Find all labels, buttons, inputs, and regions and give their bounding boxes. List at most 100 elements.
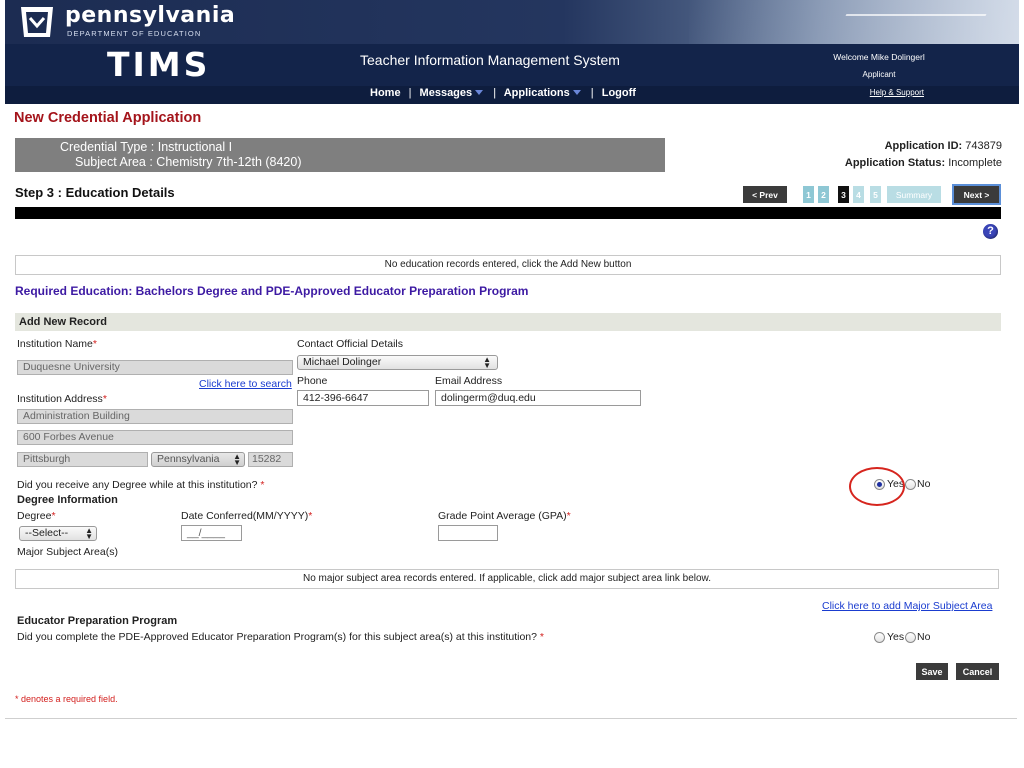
welcome-text: Welcome Mike Dolingerl xyxy=(833,52,925,62)
degree-select-value: --Select-- xyxy=(25,527,69,539)
institution-name-label: Institution Name* xyxy=(17,338,97,350)
institution-address-label: Institution Address* xyxy=(17,393,107,405)
degree-question-text: Did you receive any Degree while at this… xyxy=(17,479,258,491)
gpa-label-text: Grade Point Average (GPA) xyxy=(438,510,567,522)
step-4-button[interactable]: 4 xyxy=(853,186,864,203)
keystone-logo-icon xyxy=(21,7,53,37)
required-education-heading: Required Education: Bachelors Degree and… xyxy=(15,284,529,298)
select-arrows-icon: ▲ ▼ xyxy=(483,355,491,370)
address-line2-field[interactable]: 600 Forbes Avenue xyxy=(17,430,293,445)
contact-official-select[interactable]: Michael Dolinger ▲ ▼ xyxy=(297,355,498,370)
nav-separator: | xyxy=(408,87,412,99)
phone-label: Phone xyxy=(297,375,328,387)
epp-question-text: Did you complete the PDE-Approved Educat… xyxy=(17,631,537,643)
system-title: Teacher Information Management System xyxy=(360,52,620,68)
summary-button[interactable]: Summary xyxy=(887,186,941,203)
application-id-value: 743879 xyxy=(965,140,1002,152)
gpa-field[interactable] xyxy=(438,525,498,541)
application-id: Application ID: 743879 xyxy=(885,140,1002,152)
next-button[interactable]: Next > xyxy=(952,184,1001,205)
required-marker: * xyxy=(566,510,571,522)
chevron-down-icon[interactable] xyxy=(475,90,484,96)
step-2-button[interactable]: 2 xyxy=(818,186,829,203)
institution-name-label-text: Institution Name xyxy=(17,338,93,350)
step-3-button[interactable]: 3 xyxy=(838,186,849,203)
epp-no-label[interactable]: No xyxy=(917,631,930,643)
section-divider xyxy=(15,207,1001,219)
degree-no-radio[interactable] xyxy=(905,479,916,490)
add-new-record-header: Add New Record xyxy=(15,313,1001,331)
application-status: Application Status: Incomplete xyxy=(845,157,1002,169)
application-id-label: Application ID: xyxy=(884,140,963,152)
nav-separator: | xyxy=(493,87,497,99)
nav-home[interactable]: Home xyxy=(370,87,401,99)
application-status-value: Incomplete xyxy=(948,157,1002,169)
email-field[interactable]: dolingerm@duq.edu xyxy=(435,390,641,406)
epp-yes-label[interactable]: Yes xyxy=(887,631,904,643)
institution-address-label-text: Institution Address xyxy=(17,393,103,405)
step-1-button[interactable]: 1 xyxy=(803,186,814,203)
epp-no-radio[interactable] xyxy=(905,632,916,643)
epp-yes-radio[interactable] xyxy=(874,632,885,643)
header-photo xyxy=(689,0,1019,50)
nav-logoff[interactable]: Logoff xyxy=(602,87,636,99)
address-line1-field[interactable]: Administration Building xyxy=(17,409,293,424)
prev-button[interactable]: < Prev xyxy=(743,186,787,203)
epp-question: Did you complete the PDE-Approved Educat… xyxy=(17,631,544,643)
subject-area: Subject Area : Chemistry 7th-12th (8420) xyxy=(75,155,302,169)
select-arrows-icon: ▲ ▼ xyxy=(233,452,241,467)
date-conferred-label-text: Date Conferred(MM/YYYY) xyxy=(181,510,309,522)
required-marker: * xyxy=(308,510,313,522)
site-header: pennsylvania DEPARTMENT OF EDUCATION TIM… xyxy=(5,0,1019,104)
org-name: pennsylvania xyxy=(65,3,236,28)
gpa-label: Grade Point Average (GPA)* xyxy=(438,510,571,522)
email-label: Email Address xyxy=(435,375,503,387)
degree-info-heading: Degree Information xyxy=(17,494,118,506)
chevron-down-icon[interactable] xyxy=(572,90,581,96)
required-footnote: * denotes a required field. xyxy=(15,694,118,704)
footer-divider xyxy=(5,718,1017,719)
required-marker: * xyxy=(92,338,97,350)
help-icon[interactable]: ? xyxy=(983,224,998,239)
epp-heading: Educator Preparation Program xyxy=(17,615,178,627)
required-marker: * xyxy=(51,510,56,522)
user-role: Applicant xyxy=(862,70,896,79)
required-marker: * xyxy=(539,631,545,643)
nav-applications[interactable]: Applications xyxy=(504,87,570,99)
no-records-message: No education records entered, click the … xyxy=(15,255,1001,275)
date-conferred-field[interactable]: __/____ xyxy=(181,525,242,541)
major-subject-message: No major subject area records entered. I… xyxy=(15,569,999,589)
phone-field[interactable]: 412-396-6647 xyxy=(297,390,429,406)
state-select-value: Pennsylvania xyxy=(157,453,220,465)
search-institution-link[interactable]: Click here to search xyxy=(199,378,292,390)
nav-separator: | xyxy=(590,87,594,99)
credential-type: Credential Type : Instructional I xyxy=(60,140,233,154)
state-select[interactable]: Pennsylvania ▲ ▼ xyxy=(151,452,245,467)
degree-label: Degree* xyxy=(17,510,56,522)
degree-no-label[interactable]: No xyxy=(917,478,930,490)
required-marker: * xyxy=(260,479,265,491)
institution-name-field[interactable]: Duquesne University xyxy=(17,360,293,375)
city-field[interactable]: Pittsburgh xyxy=(17,452,148,467)
cancel-button[interactable]: Cancel xyxy=(956,663,999,680)
major-subject-label: Major Subject Area(s) xyxy=(17,546,118,558)
required-marker: * xyxy=(102,393,107,405)
app-logo: TIMS xyxy=(107,45,211,84)
degree-select[interactable]: --Select-- ▲ ▼ xyxy=(19,526,97,541)
save-button[interactable]: Save xyxy=(916,663,948,680)
zip-field[interactable]: 15282 xyxy=(248,452,293,467)
main-nav: Home | Messages | Applications | Logoff xyxy=(370,87,636,99)
contact-official-label: Contact Official Details xyxy=(297,338,404,350)
degree-question: Did you receive any Degree while at this… xyxy=(17,479,264,491)
step-title: Step 3 : Education Details xyxy=(15,185,175,200)
step-5-button[interactable]: 5 xyxy=(870,186,881,203)
degree-label-text: Degree xyxy=(17,510,52,522)
application-status-label: Application Status: xyxy=(844,157,946,169)
page-title: New Credential Application xyxy=(14,110,202,126)
highlight-circle xyxy=(849,467,905,506)
help-support-link[interactable]: Help & Support xyxy=(870,88,924,97)
credential-summary-box: Credential Type : Instructional I Subjec… xyxy=(15,138,665,172)
add-major-subject-link[interactable]: Click here to add Major Subject Area xyxy=(822,600,992,612)
nav-messages[interactable]: Messages xyxy=(420,87,473,99)
select-arrows-icon: ▲ ▼ xyxy=(85,526,93,541)
